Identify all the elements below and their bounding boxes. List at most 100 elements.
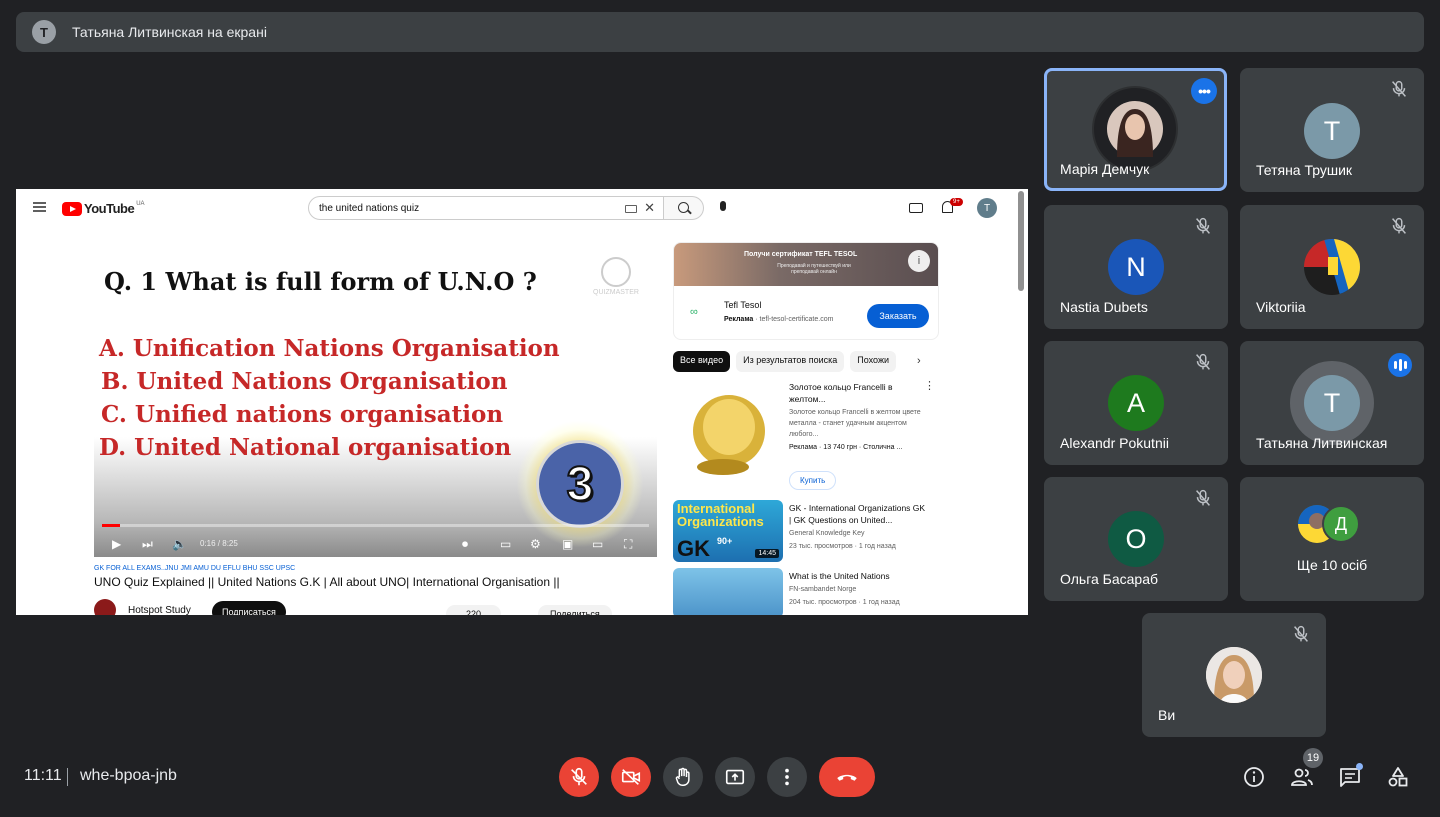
- channel-avatar[interactable]: [94, 599, 116, 615]
- participant-name: Марія Демчук: [1060, 161, 1150, 177]
- recommendation-title[interactable]: What is the United Nations: [789, 570, 929, 582]
- participant-tile[interactable]: ••• Марія Демчук: [1044, 68, 1227, 191]
- mic-off-icon: [1294, 625, 1308, 642]
- recommendation-meta: Реклама · 13 740 грн · Столична ...: [789, 444, 903, 451]
- participant-tile[interactable]: T Тетяна Трушик: [1240, 68, 1424, 192]
- quiz-option-a: A. Unification Nations Organisation: [99, 335, 560, 362]
- order-button[interactable]: Заказать: [867, 304, 929, 328]
- video-duration: 14:45: [755, 549, 779, 558]
- recommendation-title[interactable]: GK - International Organizations GK | GK…: [789, 502, 929, 526]
- next-icon[interactable]: ⏭: [142, 537, 153, 552]
- ring-thumbnail[interactable]: [673, 379, 783, 489]
- presenting-label: Татьяна Литвинская на екрані: [72, 24, 267, 40]
- chip-search-results[interactable]: Из результатов поиска: [736, 351, 845, 372]
- participant-tile[interactable]: T Татьяна Литвинская: [1240, 341, 1424, 465]
- recommendation-item[interactable]: International Organizations GK 90+ 14:45…: [673, 500, 943, 562]
- video-controls: ▶ ⏭ 🔈 0:16 / 8:25 ⏺ ▭ ⚙ ▣ ▭ ⛶: [94, 531, 657, 555]
- activities-icon[interactable]: [1386, 765, 1410, 789]
- chevron-right-icon[interactable]: ›: [917, 355, 921, 367]
- page-scrollbar[interactable]: [1018, 191, 1024, 291]
- filter-chips: Все видео Из результатов поиска Похожи: [673, 351, 939, 373]
- miniplayer-icon[interactable]: ▣: [562, 537, 573, 551]
- participant-name: Nastia Dubets: [1060, 299, 1148, 315]
- avatar: [1092, 86, 1178, 172]
- volume-icon[interactable]: 🔈: [172, 537, 187, 551]
- avatar: N: [1108, 239, 1164, 295]
- info-icon[interactable]: i: [908, 250, 930, 272]
- ad-banner-title: Получи сертификат TEFL TESOL: [744, 251, 858, 258]
- more-vert-icon[interactable]: ⋮: [924, 379, 935, 392]
- ad-banner[interactable]: Получи сертификат TEFL TESOL Преподавай …: [674, 243, 938, 286]
- avatar: O: [1108, 511, 1164, 567]
- shared-screen: YouTube UA the united nations quiz ✕ 9+ …: [16, 189, 1028, 615]
- video-progress-fill: [102, 524, 120, 527]
- toggle-camera-button[interactable]: [611, 757, 651, 797]
- recommendation-item[interactable]: What is the United Nations FN-sambandet …: [673, 568, 943, 615]
- video-progress-bar[interactable]: [102, 524, 649, 527]
- participant-name: Viktoriia: [1256, 299, 1306, 315]
- flag-avatar-image: [1304, 239, 1360, 295]
- raise-hand-button[interactable]: [663, 757, 703, 797]
- people-icon[interactable]: [1290, 765, 1314, 789]
- video-time: 0:16 / 8:25: [200, 539, 238, 548]
- video-player[interactable]: Q. 1 What is full form of U.N.O ? A. Uni…: [94, 237, 657, 557]
- voice-search-icon[interactable]: [720, 201, 726, 211]
- present-screen-button[interactable]: [715, 757, 755, 797]
- menu-icon[interactable]: [33, 202, 46, 212]
- sidebar-ad[interactable]: Получи сертификат TEFL TESOL Преподавай …: [673, 242, 939, 340]
- account-avatar[interactable]: T: [977, 198, 997, 218]
- recommendation-channel[interactable]: FN-sambandet Norge: [789, 584, 929, 595]
- theater-mode-icon[interactable]: ▭: [592, 537, 603, 551]
- participant-tile[interactable]: O Ольга Басараб: [1044, 477, 1228, 601]
- gold-ring-image: [693, 395, 765, 475]
- participant-tile[interactable]: Viktoriia: [1240, 205, 1424, 329]
- play-icon[interactable]: ▶: [112, 537, 121, 551]
- participant-name: Ольга Басараб: [1060, 571, 1159, 587]
- self-tile[interactable]: Ви: [1142, 613, 1326, 737]
- recommendation-info: What is the United Nations FN-sambandet …: [789, 570, 929, 608]
- keyboard-icon[interactable]: [625, 205, 637, 213]
- meeting-code[interactable]: whe-bpoa-jnb: [80, 767, 177, 785]
- search-button[interactable]: [664, 196, 704, 220]
- more-vert-icon: [785, 768, 789, 786]
- video-thumbnail[interactable]: [673, 568, 783, 615]
- avatar: [1304, 239, 1360, 295]
- channel-name[interactable]: Hotspot Study: [128, 605, 191, 616]
- like-button[interactable]: 220: [446, 605, 502, 615]
- participant-tile[interactable]: A Alexandr Pokutnii: [1044, 341, 1228, 465]
- avatar: Д: [1322, 505, 1360, 543]
- subscribe-button[interactable]: Подписаться: [212, 601, 286, 615]
- chat-notification-dot: [1356, 763, 1363, 770]
- chip-related[interactable]: Похожи: [850, 351, 896, 372]
- recommendation-title[interactable]: Золотое кольцо Francelli в желтом...: [789, 381, 929, 405]
- watermark-text: QUIZMASTER: [593, 289, 639, 296]
- youtube-logo[interactable]: YouTube UA: [62, 201, 145, 216]
- participant-tile[interactable]: N Nastia Dubets: [1044, 205, 1228, 329]
- chip-all-videos[interactable]: Все видео: [673, 351, 731, 372]
- toggle-microphone-button[interactable]: [559, 757, 599, 797]
- participant-count-badge: 19: [1303, 748, 1323, 768]
- participant-name: Ви: [1158, 707, 1176, 723]
- settings-icon[interactable]: ⚙: [530, 537, 541, 551]
- search-input[interactable]: the united nations quiz ✕: [308, 196, 664, 220]
- meeting-details-icon[interactable]: [1242, 765, 1266, 789]
- leave-call-button[interactable]: [819, 757, 875, 797]
- recommendation-channel[interactable]: General Knowledge Key: [789, 528, 929, 539]
- clear-icon[interactable]: ✕: [644, 200, 655, 216]
- more-participants-tile[interactable]: Д Ще 10 осіб: [1240, 477, 1424, 601]
- hand-icon: [675, 767, 690, 786]
- subtitles-icon[interactable]: ▭: [500, 537, 511, 551]
- more-options-button[interactable]: [767, 757, 807, 797]
- autoplay-toggle-icon[interactable]: ⏺: [462, 537, 468, 552]
- create-video-icon[interactable]: [909, 203, 923, 213]
- buy-button[interactable]: Купить: [789, 471, 837, 490]
- meeting-clock: 11:11: [24, 767, 62, 784]
- more-options-icon[interactable]: •••: [1191, 78, 1217, 104]
- recommendation-item[interactable]: Золотое кольцо Francelli в желтом... Зол…: [673, 379, 943, 494]
- video-thumbnail[interactable]: International Organizations GK 90+ 14:45: [673, 500, 783, 562]
- recommendation-meta: 204 тыс. просмотров · 1 год назад: [789, 599, 900, 606]
- video-tags[interactable]: GK FOR ALL EXAMS..JNU JMI AMU DU EFLU BH…: [94, 565, 657, 572]
- channel-info[interactable]: Hotspot Study: [94, 599, 191, 615]
- share-button[interactable]: Поделиться: [538, 605, 612, 615]
- fullscreen-icon[interactable]: ⛶: [624, 537, 632, 552]
